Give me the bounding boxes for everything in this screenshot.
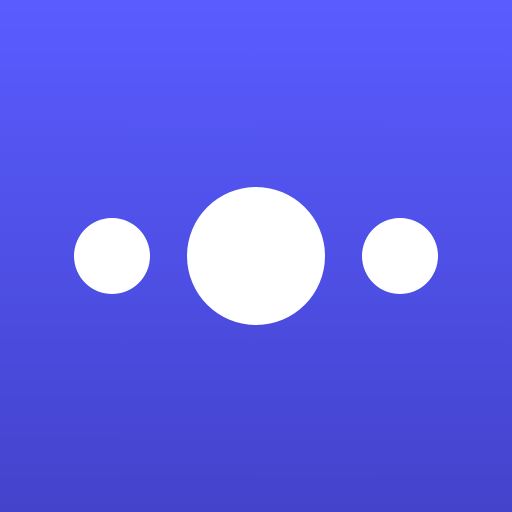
left-dot-icon [74, 218, 150, 294]
right-dot-icon [362, 218, 438, 294]
center-dot-icon [187, 187, 325, 325]
app-icon [0, 0, 512, 512]
